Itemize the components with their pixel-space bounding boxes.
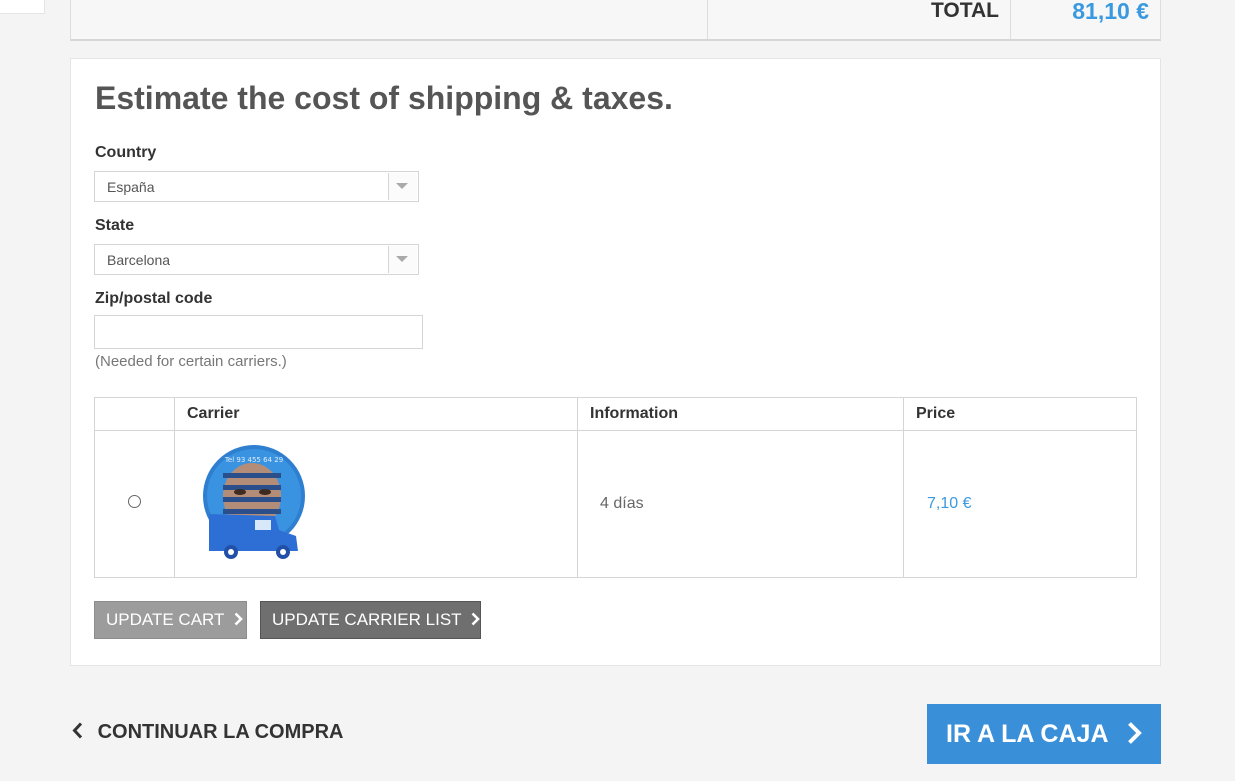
carrier-information: 4 días — [577, 430, 904, 578]
cart-total-row: TOTAL 81,10 € — [70, 0, 1161, 41]
carrier-logo-cell: Tel 93 455 64 29 — [174, 430, 578, 578]
dropdown-arrow-icon[interactable] — [388, 173, 417, 200]
update-cart-label: UPDATE CART — [106, 610, 225, 629]
zip-input[interactable] — [94, 315, 423, 349]
shipping-estimate-panel: Estimate the cost of shipping & taxes. C… — [70, 58, 1161, 666]
header-select — [94, 397, 175, 431]
state-label: State — [95, 217, 135, 234]
header-information: Information — [577, 397, 904, 431]
chevron-left-icon — [72, 721, 98, 743]
shipping-estimate-title: Estimate the cost of shipping & taxes. — [95, 80, 673, 116]
update-cart-button[interactable]: UPDATE CART — [94, 601, 247, 639]
update-carrier-list-button[interactable]: UPDATE CARRIER LIST — [260, 601, 481, 639]
carrier-table: Carrier Information Price Tel 93 455 64 … — [94, 397, 1137, 578]
zip-label: Zip/postal code — [95, 290, 213, 307]
chevron-right-icon — [471, 603, 480, 639]
total-row-divider — [1010, 0, 1011, 39]
continue-shopping-link[interactable]: CONTINUAR LA COMPRA — [72, 721, 343, 744]
carrier-table-header: Carrier Information Price — [94, 397, 1137, 431]
carrier-price: 7,10 € — [903, 430, 1137, 578]
country-label: Country — [95, 144, 157, 161]
continue-shopping-label: CONTINUAR LA COMPRA — [97, 721, 344, 743]
top-left-tab — [0, 0, 45, 14]
carrier-radio[interactable] — [128, 495, 141, 508]
checkout-label: IR A LA CAJA — [946, 720, 1108, 748]
chevron-right-icon — [234, 603, 243, 639]
total-row-divider — [707, 0, 708, 39]
checkout-button[interactable]: IR A LA CAJA — [927, 704, 1161, 764]
total-label: TOTAL — [930, 0, 999, 22]
country-select[interactable]: España — [94, 171, 419, 202]
zip-hint: (Needed for certain carriers.) — [95, 353, 287, 370]
carrier-logo-text: Tel 93 455 64 29 — [224, 456, 283, 464]
header-price: Price — [903, 397, 1137, 431]
total-value: 81,10 € — [1072, 0, 1149, 24]
chevron-right-icon — [1115, 720, 1142, 748]
carrier-logo: Tel 93 455 64 29 — [203, 444, 305, 559]
table-row[interactable]: Tel 93 455 64 29 4 días 7,10 € — [94, 430, 1137, 578]
header-carrier: Carrier — [174, 397, 578, 431]
carrier-radio-cell[interactable] — [94, 430, 175, 578]
update-carrier-list-label: UPDATE CARRIER LIST — [272, 610, 462, 629]
state-selected-value: Barcelona — [107, 252, 171, 268]
country-selected-value: España — [107, 179, 155, 195]
dropdown-arrow-icon[interactable] — [388, 246, 417, 273]
state-select[interactable]: Barcelona — [94, 244, 419, 275]
